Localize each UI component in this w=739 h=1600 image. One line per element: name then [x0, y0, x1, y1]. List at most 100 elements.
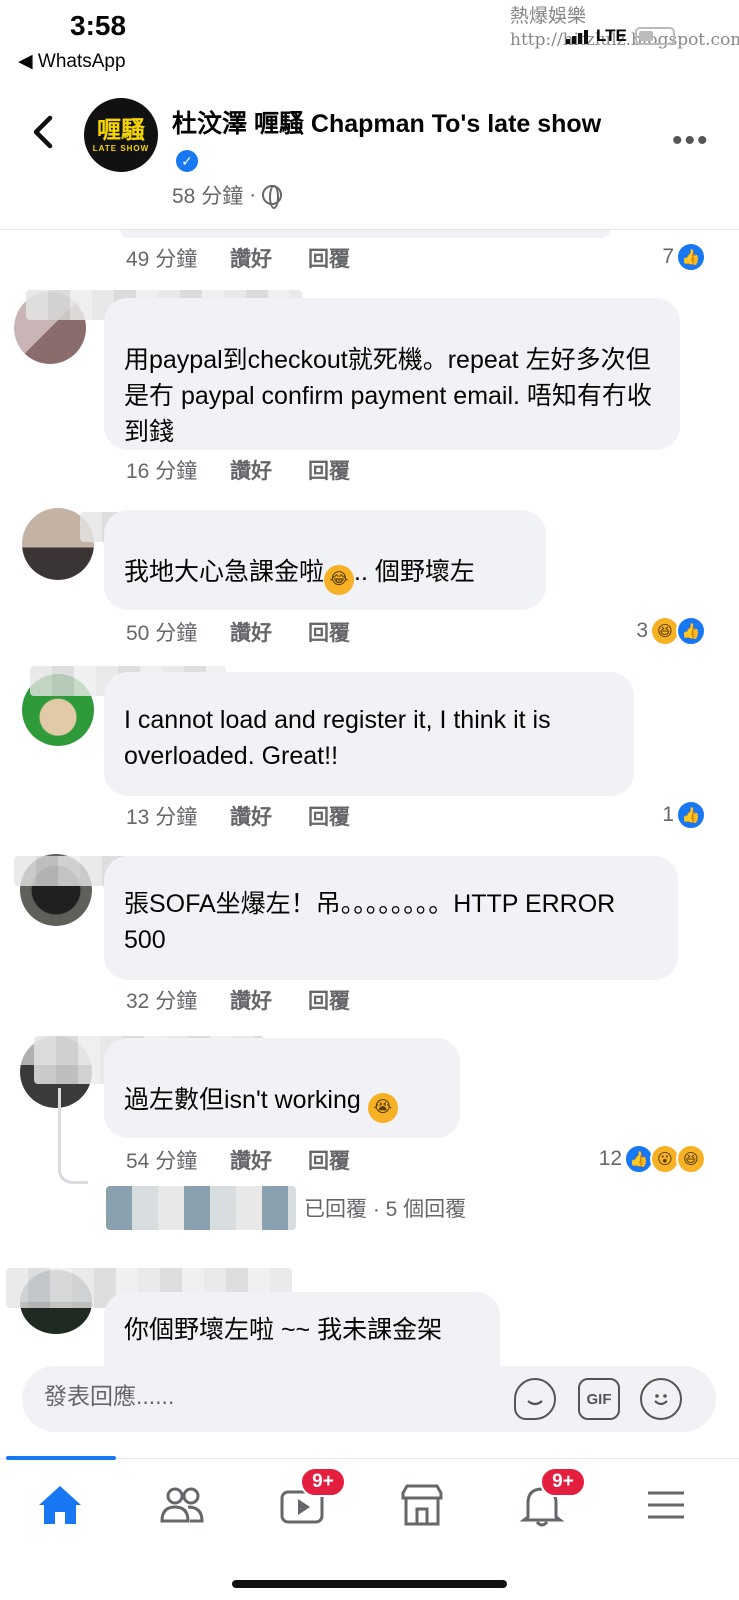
like-reaction-icon: 👍	[676, 242, 706, 272]
active-tab-indicator	[6, 1456, 116, 1460]
home-indicator[interactable]	[232, 1580, 507, 1588]
comment-actions: 16 分鐘 讚好 回覆	[126, 454, 726, 486]
haha-reaction-icon: 😆	[676, 1144, 706, 1174]
reaction-summary[interactable]: 1 👍	[662, 800, 706, 830]
globe-icon	[262, 185, 283, 209]
comment-actions: 50 分鐘 讚好 回覆 3 😆 👍	[126, 616, 726, 648]
watermark-title: 熱爆娛樂	[510, 5, 587, 27]
comment-time: 16 分鐘	[126, 460, 198, 483]
reply-button[interactable]: 回覆	[308, 617, 350, 647]
like-button[interactable]: 讚好	[230, 801, 308, 831]
comment-text-tail: .. 個野壞左	[354, 558, 475, 586]
reaction-count: 7	[662, 245, 674, 268]
crying-emoji-icon: 😭	[367, 1093, 398, 1123]
more-options-button[interactable]: •••	[672, 124, 710, 158]
comment-text: 你個野壞左啦 ~~ 我未課金架	[124, 1316, 443, 1344]
comment-composer: GIF	[22, 1366, 716, 1432]
comment-actions: 13 分鐘 讚好 回覆 1 👍	[126, 800, 726, 832]
battery-icon	[634, 27, 675, 45]
like-button[interactable]: 讚好	[230, 455, 308, 485]
meta-separator: ·	[249, 183, 257, 206]
comment-input[interactable]	[44, 1383, 444, 1410]
back-to-whatsapp-link[interactable]: ◀ WhatsApp	[18, 50, 126, 73]
comment-time: 54 分鐘	[126, 1150, 198, 1173]
reply-button[interactable]: 回覆	[308, 801, 350, 831]
home-icon	[39, 1486, 81, 1524]
like-button[interactable]: 讚好	[230, 1145, 308, 1175]
thread-connector	[58, 1088, 88, 1184]
comment-bubble[interactable]: 我地大心急課金啦 😂.. 個野壞左	[104, 510, 546, 610]
comment-bubble[interactable]: 張SOFA坐爆左！吊。。。。。。。。HTTP ERROR 500	[104, 856, 678, 980]
blurred-replier-avatar	[106, 1186, 296, 1230]
view-replies-link[interactable]: 已回覆 · 5 個回覆	[106, 1184, 606, 1232]
watch-badge: 9+	[300, 1467, 346, 1497]
tab-home[interactable]	[28, 1477, 92, 1533]
status-bar: 3:58 ◀ WhatsApp 熱爆娛樂 http://hitzlulz.blo…	[0, 0, 739, 80]
page-title[interactable]: 杜汶澤 喱騷 Chapman To's late show ✓	[172, 106, 632, 178]
reply-button[interactable]: 回覆	[308, 243, 350, 273]
like-reaction-icon: 👍	[676, 800, 706, 830]
comment-text: 張SOFA坐爆左！吊。。。。。。。。HTTP ERROR 500	[124, 890, 616, 954]
network-label: LTE	[596, 26, 627, 45]
comment-bubble[interactable]: 過左數但isn't working 😭	[104, 1038, 460, 1138]
notifications-badge: 9+	[540, 1467, 586, 1497]
replies-summary: 已回覆 · 5 個回覆	[304, 1198, 467, 1221]
reply-button[interactable]: 回覆	[308, 455, 350, 485]
comment-time: 13 分鐘	[126, 806, 198, 829]
page-title-text: 杜汶澤 喱騷 Chapman To's late show	[172, 110, 602, 138]
previous-comment-bubble-edge	[120, 230, 610, 238]
logo-subtext: LATE SHOW	[92, 143, 150, 153]
chevron-left-icon	[33, 115, 53, 149]
like-button[interactable]: 讚好	[230, 243, 308, 273]
tab-marketplace[interactable]	[390, 1477, 454, 1533]
status-indicators: LTE	[566, 26, 675, 46]
signal-icon	[566, 28, 588, 44]
post-header: 喱騷 LATE SHOW 杜汶澤 喱騷 Chapman To's late sh…	[0, 90, 739, 230]
verified-badge-icon: ✓	[176, 150, 198, 173]
reaction-summary[interactable]: 3 😆 👍	[636, 616, 706, 646]
tab-friends[interactable]	[150, 1477, 214, 1533]
sticker-face-icon	[527, 1400, 543, 1406]
comment-time: 49 分鐘	[126, 248, 198, 271]
reaction-count: 3	[636, 619, 648, 642]
reaction-count: 12	[598, 1147, 622, 1170]
comment-actions: 32 分鐘 讚好 回覆	[126, 984, 726, 1016]
comment-composer-area: GIF	[0, 1366, 739, 1432]
reaction-summary[interactable]: 7 👍	[662, 242, 706, 272]
gif-button[interactable]: GIF	[578, 1378, 620, 1420]
post-meta: 58 分鐘 ·	[172, 180, 283, 210]
comment-text: I cannot load and register it, I think i…	[124, 706, 551, 770]
logo-text: 喱騷	[97, 116, 145, 144]
reaction-summary[interactable]: 12 👍 😮 😆	[599, 1144, 706, 1174]
sticker-icon[interactable]	[514, 1378, 556, 1420]
comment-time: 32 分鐘	[126, 990, 198, 1013]
tab-watch[interactable]: 9+	[270, 1467, 346, 1533]
friends-icon	[160, 1487, 204, 1523]
back-button[interactable]	[22, 110, 66, 154]
bottom-nav: 9+ 9+	[0, 1456, 739, 1600]
emoji-icon[interactable]	[640, 1378, 682, 1420]
comment-bubble[interactable]: I cannot load and register it, I think i…	[104, 672, 634, 796]
comment-actions: 49 分鐘 讚好 回覆 7 👍	[126, 242, 726, 274]
tab-notifications[interactable]: 9+	[510, 1467, 586, 1533]
comment-text: 過左數但isn't working	[124, 1086, 361, 1114]
comment-text: 用paypal到checkout就死機。repeat 左好多次但是冇 paypa…	[124, 346, 652, 446]
comment-actions: 54 分鐘 讚好 回覆 12 👍 😮 😆	[126, 1144, 726, 1176]
status-time: 3:58	[70, 10, 127, 41]
reaction-count: 1	[662, 803, 674, 826]
hamburger-menu-icon	[648, 1491, 684, 1519]
marketplace-icon	[401, 1484, 443, 1526]
comment-text: 我地大心急課金啦	[124, 558, 325, 586]
smiley-icon	[654, 1394, 668, 1406]
reply-button[interactable]: 回覆	[308, 985, 350, 1015]
like-reaction-icon: 👍	[676, 616, 706, 646]
like-button[interactable]: 讚好	[230, 985, 308, 1015]
page-avatar[interactable]: 喱騷 LATE SHOW	[84, 98, 158, 172]
post-time: 58 分鐘	[172, 185, 244, 208]
like-button[interactable]: 讚好	[230, 617, 308, 647]
comment-bubble[interactable]: 用paypal到checkout就死機。repeat 左好多次但是冇 paypa…	[104, 298, 680, 450]
rofl-emoji-icon: 😂	[324, 565, 355, 595]
tab-menu[interactable]	[634, 1477, 698, 1533]
reply-button[interactable]: 回覆	[308, 1145, 350, 1175]
comment-bubble[interactable]: 你個野壞左啦 ~~ 我未課金架	[104, 1292, 500, 1366]
